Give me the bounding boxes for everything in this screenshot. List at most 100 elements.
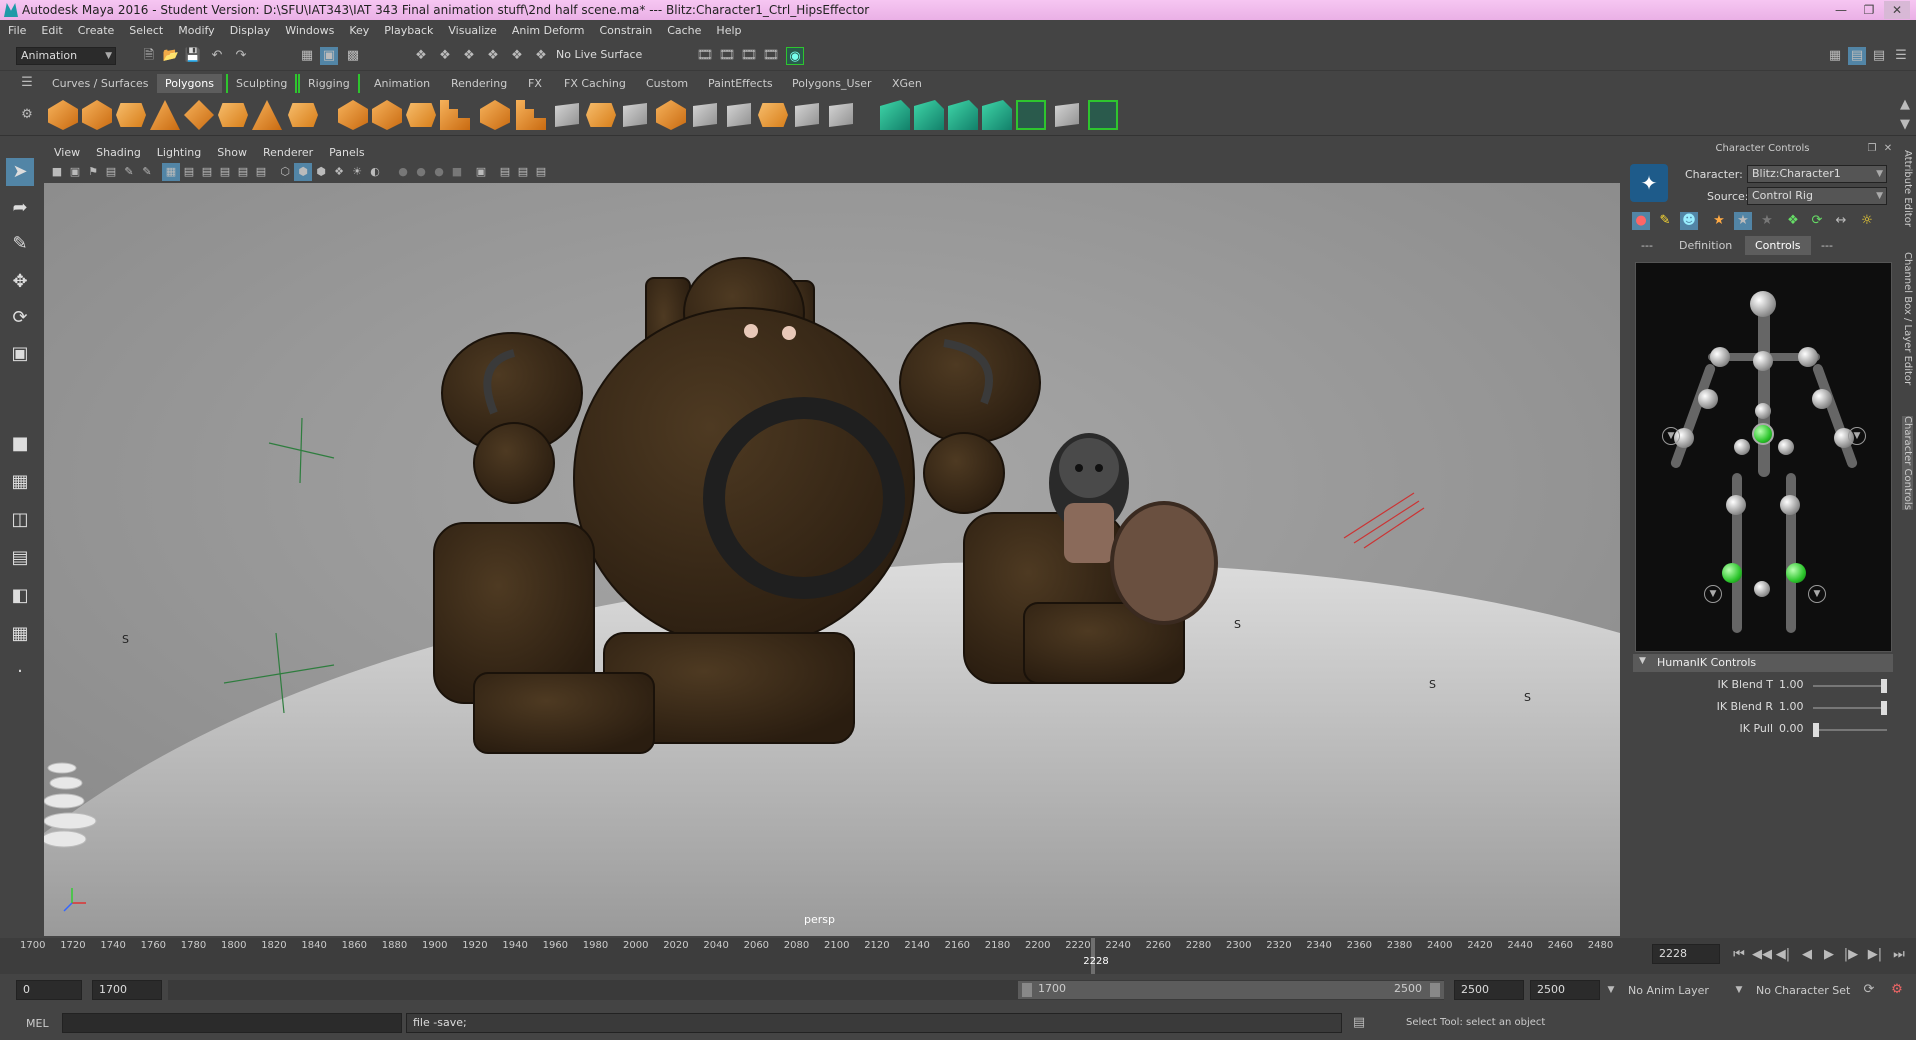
insert-edge-loop-icon[interactable] <box>693 103 717 127</box>
spine-joint[interactable] <box>1755 403 1771 419</box>
poly-cone-icon[interactable] <box>150 100 180 130</box>
tab-character-controls[interactable]: Character Controls <box>1902 416 1913 510</box>
poly-pipe-icon[interactable] <box>288 103 318 127</box>
tab-polygons-user[interactable]: Polygons_User <box>784 74 880 93</box>
menu-key[interactable]: Key <box>349 24 369 37</box>
shelf-settings-icon[interactable]: ⚙ <box>18 106 36 124</box>
smooth-shade-icon[interactable]: ⬢ <box>294 163 312 181</box>
tab-definition[interactable]: Definition <box>1669 239 1742 252</box>
tab-controls[interactable]: Controls <box>1745 236 1811 255</box>
prev-key-icon[interactable]: ◀| <box>1774 946 1792 964</box>
menu-create[interactable]: Create <box>78 24 115 37</box>
live-surface-field[interactable]: No Live Surface <box>552 47 652 65</box>
menu-edit[interactable]: Edit <box>41 24 62 37</box>
field-chart-icon[interactable]: ▤ <box>234 163 252 181</box>
humanik-controls-header[interactable]: ▼ HumanIK Controls <box>1633 654 1893 672</box>
right-foot-pivot-icon[interactable]: ▼ <box>1808 585 1826 603</box>
shelf-menu-icon[interactable]: ☰ <box>18 74 36 92</box>
animation-end-field[interactable]: 2500 <box>1530 980 1600 1000</box>
character-set-value[interactable]: No Character Set <box>1756 984 1850 997</box>
camera-select-icon[interactable]: ■ <box>48 163 66 181</box>
viewport-3d-scene[interactable]: S S S S persp <box>44 183 1620 936</box>
poly-torus-icon[interactable] <box>218 103 248 127</box>
ipr-render-icon[interactable]: 🎞 <box>740 47 758 65</box>
select-component-icon[interactable]: ▩ <box>344 47 362 65</box>
mirror-pose-icon[interactable]: ❖ <box>1784 212 1802 230</box>
resolution-gate-icon[interactable]: ▤ <box>198 163 216 181</box>
mirror-icon[interactable] <box>656 100 686 130</box>
hik-settings-icon[interactable]: ☼ <box>1858 212 1876 230</box>
command-mode-label[interactable]: MEL <box>26 1017 49 1030</box>
isolate-select-icon[interactable]: ▣ <box>472 163 490 181</box>
snap-curve-icon[interactable]: ❖ <box>436 47 454 65</box>
pin-rotate-icon[interactable]: ★ <box>1734 212 1752 230</box>
neck-joint[interactable] <box>1753 351 1773 371</box>
vp-menu-view[interactable]: View <box>54 146 80 159</box>
open-scene-icon[interactable]: 📂 <box>162 47 180 65</box>
select-object-icon[interactable]: ▣ <box>320 47 338 65</box>
left-knee-joint[interactable] <box>1726 495 1746 515</box>
snap-surface-icon[interactable]: ❖ <box>508 47 526 65</box>
fill-hole-icon[interactable] <box>623 103 647 127</box>
workspace-icon[interactable]: ▦ <box>1826 47 1844 65</box>
select-tool-icon[interactable]: ➤ <box>6 158 34 186</box>
target-weld-icon[interactable] <box>758 103 788 127</box>
menu-help[interactable]: Help <box>716 24 741 37</box>
xray-components-icon[interactable]: ▤ <box>532 163 550 181</box>
pin-all-icon[interactable]: ★ <box>1758 212 1776 230</box>
range-slider-handle[interactable]: 1700 2500 <box>1018 981 1444 999</box>
combine-icon[interactable] <box>338 100 368 130</box>
film-gate-icon[interactable]: ▤ <box>180 163 198 181</box>
humanik-figure[interactable]: ▼ ▼ ▼ ▼ <box>1635 262 1892 652</box>
go-to-end-icon[interactable]: ⏭ <box>1890 946 1908 964</box>
poly-plane-icon[interactable] <box>184 100 214 130</box>
menu-constrain[interactable]: Constrain <box>599 24 652 37</box>
hips-effector-joint[interactable] <box>1752 423 1774 445</box>
tab-fx-caching[interactable]: FX Caching <box>556 74 634 93</box>
collapse-icon[interactable] <box>795 103 819 127</box>
poly-pyramid-icon[interactable] <box>252 100 282 130</box>
separate-icon[interactable] <box>372 100 402 130</box>
slider-track[interactable] <box>1813 679 1887 693</box>
tab-painteffects[interactable]: PaintEffects <box>700 74 781 93</box>
step-forward-icon[interactable]: ▶| <box>1866 946 1884 964</box>
bookmark-icon[interactable]: ⚑ <box>84 163 102 181</box>
menu-cache[interactable]: Cache <box>667 24 701 37</box>
script-editor-icon[interactable]: ▤ <box>1350 1014 1368 1032</box>
left-shoulder-joint[interactable] <box>1710 347 1730 367</box>
render-frame-icon[interactable]: 🎞 <box>718 47 736 65</box>
playback-start-field[interactable]: 1700 <box>92 980 162 1000</box>
redo-icon[interactable]: ↷ <box>232 47 250 65</box>
pose-icon[interactable]: ⟳ <box>1808 212 1826 230</box>
left-hip-joint[interactable] <box>1734 439 1750 455</box>
shelf-scroll-up-icon[interactable]: ▲ <box>1896 96 1914 114</box>
tab-polygons[interactable]: Polygons <box>157 74 222 93</box>
tab-channel-box[interactable]: Channel Box / Layer Editor <box>1902 252 1913 385</box>
character-dropdown[interactable]: Blitz:Character1 ▼ <box>1747 165 1887 183</box>
automatic-map-icon[interactable] <box>982 100 1012 130</box>
toggle-attribute-editor-icon[interactable]: ▤ <box>1848 47 1866 65</box>
bevel-icon[interactable] <box>480 100 510 130</box>
left-foot-pivot-icon[interactable]: ▼ <box>1704 585 1722 603</box>
four-view-layout-icon[interactable]: ▦ <box>6 468 34 496</box>
left-hand-pivot-icon[interactable]: ▼ <box>1662 427 1680 445</box>
grid-toggle-icon[interactable]: ▦ <box>162 163 180 181</box>
lasso-tool-icon[interactable]: ➦ <box>6 194 34 222</box>
play-backward-icon[interactable]: ◀ <box>1798 946 1816 964</box>
tab-attribute-editor[interactable]: Attribute Editor <box>1902 150 1913 227</box>
scale-tool-icon[interactable]: ▣ <box>6 340 34 368</box>
menu-display[interactable]: Display <box>230 24 271 37</box>
slider-knob[interactable] <box>1881 679 1887 693</box>
time-slider[interactable]: 1700 1720 1740 1760 1780 1800 1820 1840 1860 1880… <box>0 938 1916 974</box>
anim-layer-value[interactable]: No Anim Layer <box>1628 984 1709 997</box>
tab-left-dashes[interactable]: --- <box>1633 239 1661 252</box>
persp-graph-hypergraph-layout-icon[interactable]: ◧ <box>6 582 34 610</box>
extrude-icon[interactable] <box>516 100 546 130</box>
grease-pencil-icon[interactable]: ✎ <box>138 163 156 181</box>
range-end-grip[interactable] <box>1430 983 1440 997</box>
source-dropdown[interactable]: Control Rig ▼ <box>1747 187 1887 205</box>
right-knee-joint[interactable] <box>1780 495 1800 515</box>
toggle-tool-settings-icon[interactable]: ▤ <box>1870 47 1888 65</box>
menu-modify[interactable]: Modify <box>178 24 214 37</box>
safe-action-icon[interactable]: ▤ <box>252 163 270 181</box>
